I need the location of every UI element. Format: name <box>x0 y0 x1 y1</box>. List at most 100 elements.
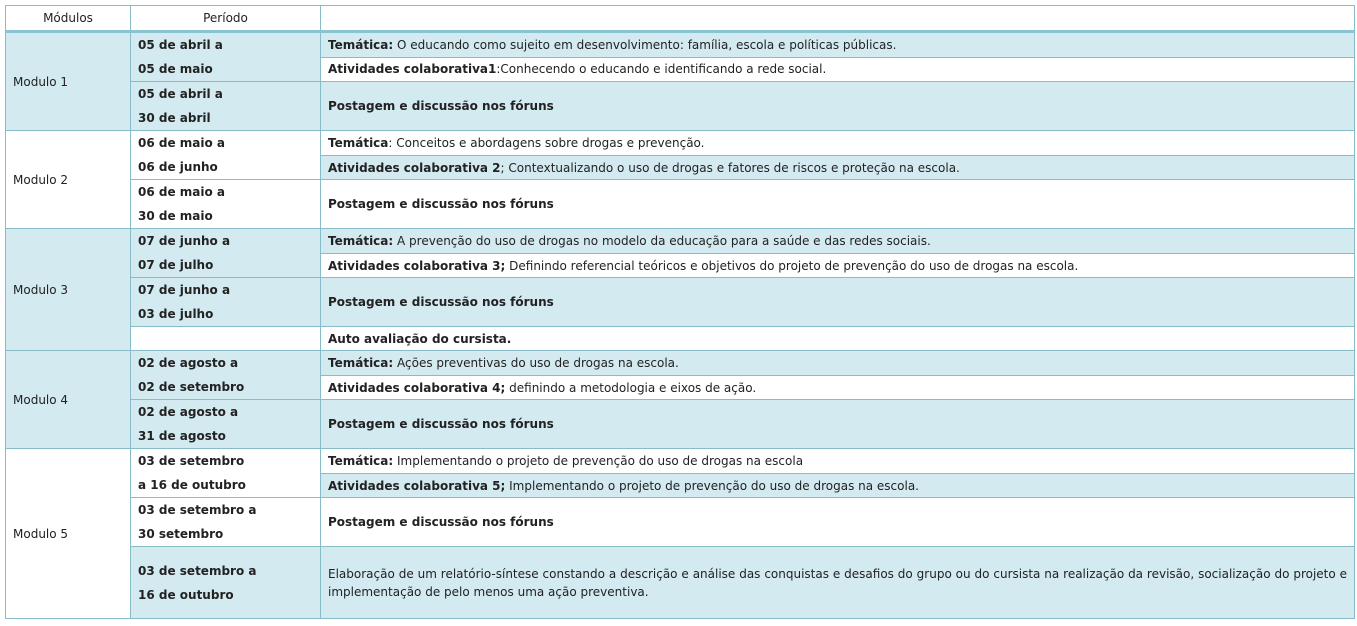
content-cell: Temática: Conceitos e abordagens sobre d… <box>320 130 1355 156</box>
content-cell: Atividades colaborativa 3; Definindo ref… <box>320 253 1355 278</box>
table-row: Modulo 4 02 de agosto a 02 de setembro T… <box>5 350 1355 449</box>
content-label: Postagem e discussão nos fóruns <box>328 99 554 113</box>
period-start: 06 de maio a <box>138 136 226 150</box>
content-label: Temática: <box>328 356 394 370</box>
table-row: Modulo 3 07 de junho a 07 de julho Temát… <box>5 228 1355 351</box>
period-cell: 03 de setembro a 16 de outubro <box>130 448 321 498</box>
content-label: Postagem e discussão nos fóruns <box>328 295 554 309</box>
content-cell: Temática: Ações preventivas do uso de dr… <box>320 350 1355 376</box>
period-start: 03 de setembro a <box>138 563 257 578</box>
period-start: 02 de agosto a <box>138 405 239 419</box>
content-label: Postagem e discussão nos fóruns <box>328 197 554 211</box>
content-cell: Temática: Implementando o projeto de pre… <box>320 448 1355 474</box>
period-end: 02 de setembro <box>138 380 245 394</box>
content-cell: Auto avaliação do cursista. <box>320 326 1355 351</box>
table-row: 07 de junho a 03 de julho Postagem e dis… <box>6 277 1355 327</box>
period-cell: 07 de junho a 03 de julho <box>130 277 321 327</box>
table-row: 03 de setembro a 30 setembro Postagem e … <box>6 497 1355 547</box>
content-label: Temática <box>328 136 389 150</box>
content-cell: Postagem e discussão nos fóruns <box>320 179 1355 229</box>
module-name: Modulo 3 <box>5 228 131 351</box>
content-label: Atividades colaborativa 2 <box>328 160 501 175</box>
content-text: Implementando o projeto de prevenção do … <box>505 478 919 493</box>
content-label: Auto avaliação do cursista. <box>328 331 512 346</box>
content-text: Implementando o projeto de prevenção do … <box>393 454 804 468</box>
content-cell: Elaboração de um relatório-síntese const… <box>320 546 1355 619</box>
table-row: Modulo 2 06 de maio a 06 de junho Temáti… <box>5 130 1355 229</box>
content-label: Temática: <box>328 37 394 52</box>
content-label: Temática: <box>328 454 394 468</box>
content-label: Atividades colaborativa1 <box>328 62 497 77</box>
period-start: 02 de agosto a <box>138 356 239 370</box>
table-row: 05 de abril a 30 de abril Postagem e dis… <box>6 81 1355 131</box>
period-cell: 03 de setembro a 30 setembro <box>130 497 321 547</box>
period-cell: 05 de abril a 30 de abril <box>130 81 321 131</box>
table-row: 03 de setembro a 16 de outubro Elaboraçã… <box>6 546 1355 619</box>
table-row: 02 de agosto a 31 de agosto Postagem e d… <box>6 399 1355 449</box>
period-end: 30 de maio <box>138 209 213 223</box>
content-cell: Atividades colaborativa 2; Contextualiza… <box>320 155 1355 180</box>
schedule-table: Módulos Período Modulo 1 05 de abril a 0… <box>5 5 1355 619</box>
content-cell: Postagem e discussão nos fóruns <box>320 81 1355 131</box>
header-periodo: Período <box>130 5 321 33</box>
period-end: 30 setembro <box>138 527 224 541</box>
period-start: 06 de maio a <box>138 185 226 199</box>
content-text: ; Contextualizando o uso de drogas e fat… <box>500 160 960 175</box>
content-label: Atividades colaborativa 5; <box>328 478 506 493</box>
content-cell: Temática: O educando como sujeito em des… <box>320 31 1355 58</box>
content-cell: Atividades colaborativa 5; Implementando… <box>320 473 1355 498</box>
period-end: 07 de julho <box>138 258 214 272</box>
content-text: Ações preventivas do uso de drogas na es… <box>393 356 679 370</box>
period-start: 07 de junho a <box>138 283 231 297</box>
period-cell: 03 de setembro a 16 de outubro <box>130 546 321 619</box>
content-label: Temática: <box>328 234 394 248</box>
header-row: Módulos Período <box>5 5 1355 33</box>
content-label: Atividades colaborativa 3; <box>328 258 506 273</box>
period-end: 31 de agosto <box>138 429 226 443</box>
content-cell: Postagem e discussão nos fóruns <box>320 399 1355 449</box>
period-start: 05 de abril a <box>138 87 223 101</box>
period-end: 03 de julho <box>138 307 214 321</box>
period-end: 05 de maio <box>138 62 213 76</box>
content-text: definindo a metodologia e eixos de ação. <box>505 380 757 395</box>
table-row: Modulo 5 03 de setembro a 16 de outubro … <box>5 448 1355 619</box>
period-end: a 16 de outubro <box>138 478 246 492</box>
content-text: Elaboração de um relatório-síntese const… <box>328 566 1347 599</box>
period-cell: 06 de maio a 06 de junho <box>130 130 321 180</box>
header-conteudo <box>320 5 1355 33</box>
content-cell: Postagem e discussão nos fóruns <box>320 497 1355 547</box>
content-cell: Temática: A prevenção do uso de drogas n… <box>320 228 1355 254</box>
content-text: O educando como sujeito em desenvolvimen… <box>393 37 897 52</box>
period-cell: 07 de junho a 07 de julho <box>130 228 321 278</box>
table-row: Modulo 1 05 de abril a 05 de maio Temáti… <box>5 31 1355 131</box>
module-name: Modulo 1 <box>5 31 131 131</box>
period-cell: 02 de agosto a 02 de setembro <box>130 350 321 400</box>
content-text: A prevenção do uso de drogas no modelo d… <box>393 234 931 248</box>
content-label: Atividades colaborativa 4; <box>328 380 506 395</box>
content-cell: Postagem e discussão nos fóruns <box>320 277 1355 327</box>
period-end: 06 de junho <box>138 160 218 174</box>
period-end: 16 de outubro <box>138 587 234 602</box>
module-name: Modulo 4 <box>5 350 131 449</box>
content-text: Definindo referencial teóricos e objetiv… <box>505 258 1079 273</box>
period-start: 03 de setembro a <box>138 503 257 517</box>
period-start: 07 de junho a <box>138 234 231 248</box>
period-cell: 02 de agosto a 31 de agosto <box>130 399 321 449</box>
period-cell <box>130 326 321 351</box>
period-end: 30 de abril <box>138 111 211 125</box>
header-modulos: Módulos <box>5 5 131 33</box>
period-cell: 05 de abril a 05 de maio <box>130 31 321 82</box>
content-label: Postagem e discussão nos fóruns <box>328 515 554 529</box>
period-start: 05 de abril a <box>138 38 223 52</box>
module-name: Modulo 5 <box>5 448 131 619</box>
table-row: Auto avaliação do cursista. <box>6 326 1355 351</box>
module-name: Modulo 2 <box>5 130 131 229</box>
period-start: 03 de setembro <box>138 454 245 468</box>
content-text: :Conhecendo o educando e identificando a… <box>496 62 827 77</box>
content-text: : Conceitos e abordagens sobre drogas e … <box>388 136 705 150</box>
table-row: 06 de maio a 30 de maio Postagem e discu… <box>6 179 1355 229</box>
content-cell: Atividades colaborativa1:Conhecendo o ed… <box>320 56 1355 82</box>
content-label: Postagem e discussão nos fóruns <box>328 417 554 431</box>
period-cell: 06 de maio a 30 de maio <box>130 179 321 229</box>
content-cell: Atividades colaborativa 4; definindo a m… <box>320 375 1355 400</box>
